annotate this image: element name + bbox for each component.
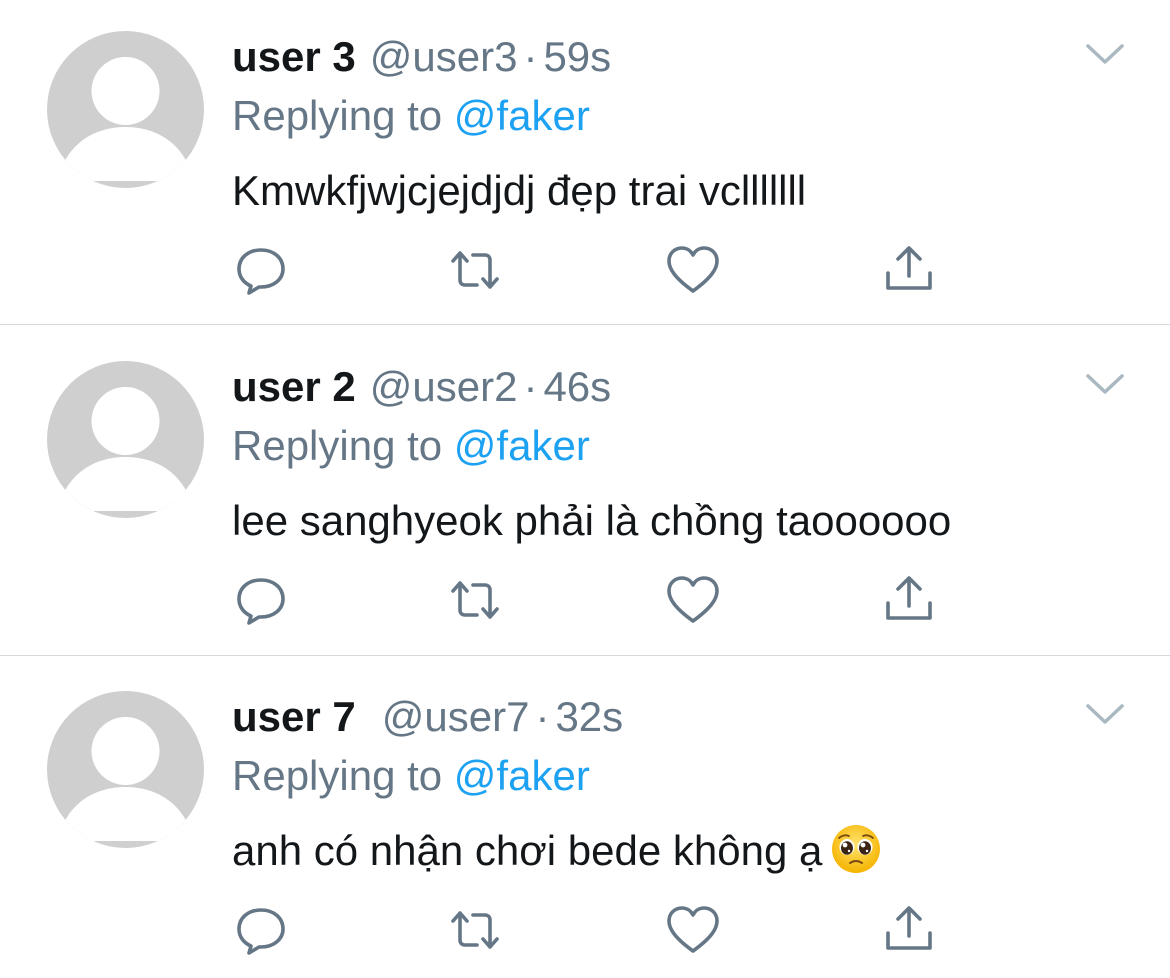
- replying-to-label: Replying to: [232, 92, 443, 139]
- tweet-card[interactable]: user 3 @user3 · 59s Replying to @faker Kmwk…: [0, 0, 1170, 330]
- divider: [0, 324, 1170, 325]
- default-avatar-icon: [57, 717, 194, 841]
- replying-to-line: Replying to @faker: [232, 419, 590, 473]
- default-avatar-icon: [57, 387, 194, 511]
- retweet-icon[interactable]: [447, 902, 503, 958]
- avatar[interactable]: [47, 361, 204, 518]
- heart-icon[interactable]: [665, 572, 721, 628]
- retweet-icon[interactable]: [447, 572, 503, 628]
- tweet-card[interactable]: user 7 @user7 · 32s Replying to @faker anh …: [0, 660, 1170, 978]
- reply-bubble-icon[interactable]: [233, 242, 289, 298]
- default-avatar-icon: [57, 57, 194, 181]
- retweet-icon[interactable]: [447, 242, 503, 298]
- mention-link[interactable]: @faker: [454, 752, 590, 799]
- tweet-text-container: anh có nhận chơi bede không ạ: [232, 822, 882, 880]
- share-icon[interactable]: [881, 240, 937, 296]
- separator-dot: ·: [523, 33, 538, 80]
- reply-feed: user 3 @user3 · 59s Replying to @faker Kmwk…: [0, 0, 1170, 978]
- separator-dot: ·: [523, 363, 538, 410]
- tweet-card[interactable]: user 2 @user2 · 46s Replying to @faker lee …: [0, 330, 1170, 660]
- display-name[interactable]: user 7: [232, 693, 356, 740]
- tweet-text: lee sanghyeok phải là chồng taoooooo: [232, 497, 952, 544]
- separator-dot: ·: [535, 693, 550, 740]
- reply-bubble-icon[interactable]: [233, 572, 289, 628]
- avatar[interactable]: [47, 31, 204, 188]
- pleading-face-emoji-icon: [832, 825, 881, 873]
- replying-to-line: Replying to @faker: [232, 749, 590, 803]
- divider: [0, 655, 1170, 656]
- share-icon[interactable]: [881, 900, 937, 956]
- user-handle[interactable]: @user2: [370, 363, 518, 410]
- tweet-header: user 3 @user3 · 59s: [232, 30, 611, 84]
- display-name[interactable]: user 3: [232, 33, 356, 80]
- replying-to-label: Replying to: [232, 422, 443, 469]
- chevron-down-icon[interactable]: [1082, 36, 1128, 72]
- timestamp[interactable]: 46s: [543, 363, 611, 410]
- tweet-text: Kmwkfjwjcjejdjdj đẹp trai vclllllll: [232, 167, 807, 214]
- avatar[interactable]: [47, 691, 204, 848]
- mention-link[interactable]: @faker: [454, 92, 590, 139]
- chevron-down-icon[interactable]: [1082, 696, 1128, 732]
- timestamp[interactable]: 59s: [543, 33, 611, 80]
- replying-to-label: Replying to: [232, 752, 443, 799]
- tweet-header: user 2 @user2 · 46s: [232, 360, 611, 414]
- chevron-down-icon[interactable]: [1082, 366, 1128, 402]
- tweet-header: user 7 @user7 · 32s: [232, 690, 623, 744]
- heart-icon[interactable]: [665, 242, 721, 298]
- share-icon[interactable]: [881, 570, 937, 626]
- display-name[interactable]: user 2: [232, 363, 356, 410]
- reply-bubble-icon[interactable]: [233, 902, 289, 958]
- timestamp[interactable]: 32s: [555, 693, 623, 740]
- user-handle[interactable]: @user3: [370, 33, 518, 80]
- heart-icon[interactable]: [665, 902, 721, 958]
- tweet-text: anh có nhận chơi bede không ạ: [232, 827, 823, 874]
- user-handle[interactable]: @user7: [382, 693, 530, 740]
- mention-link[interactable]: @faker: [454, 422, 590, 469]
- replying-to-line: Replying to @faker: [232, 89, 590, 143]
